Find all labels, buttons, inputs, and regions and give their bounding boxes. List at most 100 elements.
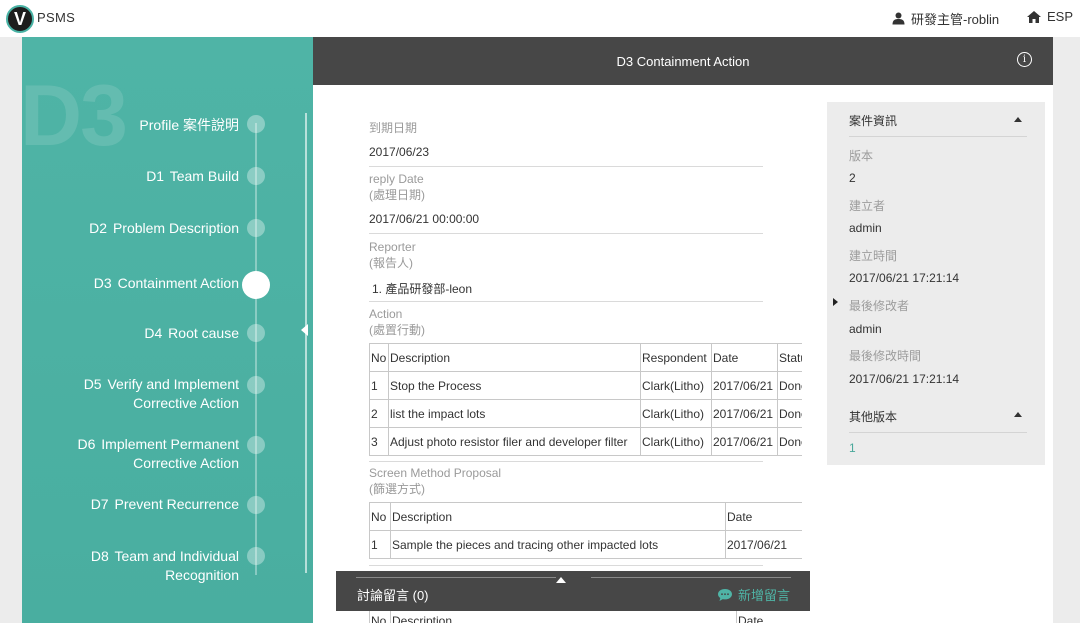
cell-no: 3 [369, 427, 389, 456]
cell-date: 2017/06/21 [725, 530, 802, 559]
divider [369, 233, 763, 234]
page-title: D3 Containment Action [616, 54, 750, 69]
step-dot[interactable] [247, 376, 265, 394]
comment-icon [718, 588, 732, 601]
discussion-bar[interactable]: 討論留言 (0) 新增留言 [336, 571, 810, 611]
divider [849, 136, 1027, 137]
sidebar-step-d8[interactable]: D8 Team and Individual Recognition [91, 547, 239, 585]
last-modifier-label: 最後修改者 [849, 299, 910, 313]
step-dot[interactable] [247, 324, 265, 342]
sidebar-step-profile[interactable]: Profile 案件說明 [139, 116, 239, 135]
step-dot[interactable] [247, 496, 265, 514]
screen-table: No Description Date 1 Sample the pieces … [369, 502, 802, 559]
collapse-other-versions-icon[interactable] [1014, 412, 1022, 417]
app-logo[interactable]: V [6, 5, 34, 33]
table-row[interactable]: 3 Adjust photo resistor filer and develo… [369, 427, 802, 456]
col-description: Description [390, 502, 726, 531]
creator-value: admin [849, 221, 882, 235]
screen-table-wrap[interactable]: No Description Date 1 Sample the pieces … [369, 502, 802, 562]
collapse-sidebar-icon[interactable] [301, 324, 308, 336]
app-name[interactable]: PSMS [37, 10, 75, 25]
table-row[interactable]: 1 Stop the Process Clark(Litho) 2017/06/… [369, 371, 802, 400]
action-table: No Description Respondent Date Status 1 … [369, 343, 802, 456]
version-label: 版本 [849, 149, 874, 163]
divider [591, 577, 791, 578]
step-label-line2: Recognition [165, 567, 239, 583]
divider [369, 461, 763, 462]
user-name: 研發主管-roblin [911, 12, 1000, 27]
divider [849, 432, 1027, 433]
reply-date-label-zh: (處理日期) [369, 188, 425, 202]
step-dot[interactable] [247, 219, 265, 237]
cell-no: 1 [369, 371, 389, 400]
step-label: Problem Description [112, 220, 239, 236]
sidebar-step-d6[interactable]: D6 Implement Permanent Corrective Action [77, 435, 239, 473]
home-link[interactable]: ESP [1027, 9, 1073, 24]
sidebar-step-d4[interactable]: D4 Root cause [144, 324, 239, 343]
table-row[interactable]: 1 Sample the pieces and tracing other im… [369, 530, 802, 559]
user-menu[interactable]: 研發主管-roblin [892, 9, 999, 28]
expand-discussion-icon[interactable] [556, 577, 566, 583]
cursor-pointer-icon [833, 298, 838, 306]
reporter-label-zh: (報告人) [369, 256, 413, 270]
step-prefix: D7 [90, 496, 109, 512]
table-row[interactable]: 2 list the impact lots Clark(Litho) 2017… [369, 399, 802, 428]
home-label: ESP [1047, 9, 1074, 24]
creator-label: 建立者 [849, 199, 886, 213]
sidebar-divider [305, 113, 307, 573]
cell-no: 2 [369, 399, 389, 428]
reporter-label: Reporter [369, 240, 416, 254]
sidebar-step-d3[interactable]: D3 Containment Action [94, 274, 239, 293]
screen-method-label: Screen Method Proposal [369, 466, 502, 480]
sidebar-step-d1[interactable]: D1 Team Build [146, 167, 239, 186]
info-icon[interactable]: i [1017, 52, 1032, 67]
divider [369, 301, 763, 302]
step-label: Containment Action [117, 275, 239, 291]
step-label: Team and Individual [114, 548, 239, 564]
screen-method-label-zh: (篩選方式) [369, 482, 425, 496]
step-dot[interactable] [247, 167, 265, 185]
step-sidebar: D3 Profile 案件說明 D1 Team Build D2 Problem… [22, 37, 313, 623]
case-info-card: 案件資訊 版本 2 建立者 admin 建立時間 2017/06/21 17:2… [827, 102, 1045, 465]
due-date-value: 2017/06/23 [369, 145, 430, 159]
cell-date: 2017/06/21 [711, 371, 778, 400]
step-label: Team Build [169, 168, 239, 184]
cell-date: 2017/06/21 [711, 427, 778, 456]
cell-description: Adjust photo resistor filer and develope… [388, 427, 641, 456]
version-link[interactable]: 1 [849, 441, 856, 455]
sidebar-step-d5[interactable]: D5 Verify and Implement Corrective Actio… [84, 375, 239, 413]
created-time-value: 2017/06/21 17:21:14 [849, 271, 960, 285]
cell-respondent: Clark(Litho) [640, 427, 712, 456]
step-label-line2: Corrective Action [133, 395, 239, 411]
cell-no: 1 [369, 530, 391, 559]
step-label-line2: Corrective Action [133, 455, 239, 471]
step-dot[interactable] [247, 547, 265, 565]
col-date: Date [725, 502, 802, 531]
divider [369, 565, 763, 566]
collapse-case-info-icon[interactable] [1014, 117, 1022, 122]
reply-date-label: reply Date [369, 172, 424, 186]
discussion-label: 討論留言 (0) [357, 588, 429, 603]
home-icon [1027, 10, 1041, 23]
step-watermark: D3 [22, 68, 128, 164]
cell-status: Done [777, 371, 802, 400]
step-prefix: D2 [89, 220, 108, 236]
sidebar-step-d2[interactable]: D2 Problem Description [89, 219, 239, 238]
step-prefix: D3 [93, 275, 112, 291]
add-comment-button[interactable]: 新增留言 [718, 585, 790, 604]
step-dot[interactable] [247, 436, 265, 454]
action-label-zh: (處置行動) [369, 323, 425, 337]
cell-respondent: Clark(Litho) [640, 371, 712, 400]
step-dot[interactable] [247, 115, 265, 133]
step-dot-active[interactable] [242, 271, 270, 299]
sidebar-step-d7[interactable]: D7 Prevent Recurrence [91, 495, 239, 514]
page-header: D3 Containment Action i [313, 37, 1053, 85]
cell-description: list the impact lots [388, 399, 641, 428]
reporter-value: 1. 產品研發部-leon [372, 282, 473, 296]
action-table-wrap[interactable]: No Description Respondent Date Status 1 … [369, 343, 802, 458]
last-modified-time-value: 2017/06/21 17:21:14 [849, 372, 960, 386]
top-bar: V PSMS 研發主管-roblin ESP [0, 0, 1080, 37]
step-prefix: D4 [144, 325, 163, 341]
cell-description: Sample the pieces and tracing other impa… [390, 530, 726, 559]
divider [369, 166, 763, 167]
